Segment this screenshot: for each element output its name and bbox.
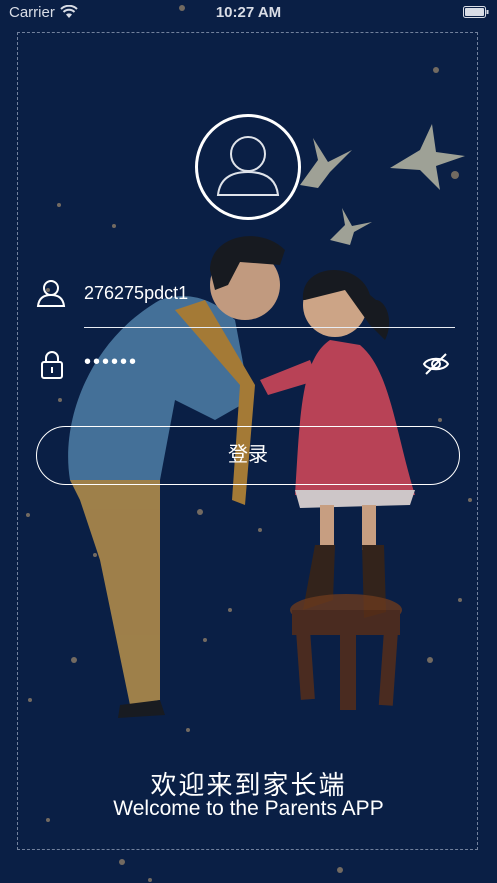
username-underline (84, 327, 455, 328)
lock-icon (41, 351, 63, 379)
username-input[interactable]: 276275pdct1 (84, 283, 188, 304)
avatar[interactable] (195, 114, 301, 220)
status-bar: Carrier 10:27 AM (0, 0, 497, 26)
battery-icon (463, 6, 489, 18)
welcome-subtitle: Welcome to the Parents APP (113, 797, 384, 820)
eye-off-icon[interactable] (422, 352, 450, 376)
login-button[interactable]: 登录 (36, 426, 460, 485)
avatar-placeholder-icon (216, 136, 280, 196)
password-input[interactable]: •••••• (84, 351, 138, 374)
user-icon (36, 280, 66, 307)
status-time: 10:27 AM (215, 4, 282, 21)
